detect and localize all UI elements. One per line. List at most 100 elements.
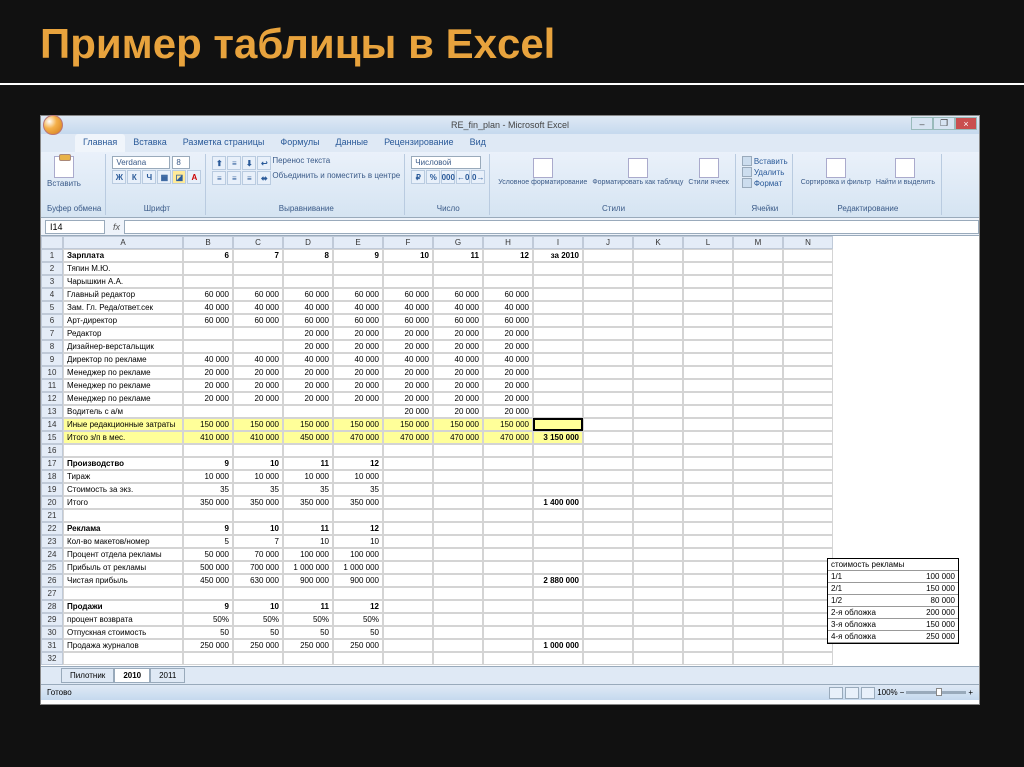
cell[interactable]: Отпускная стоимость — [63, 626, 183, 639]
cell[interactable] — [583, 314, 633, 327]
cell[interactable] — [683, 340, 733, 353]
cell[interactable] — [283, 444, 333, 457]
cell[interactable]: Процент отдела рекламы — [63, 548, 183, 561]
cell[interactable]: 50 — [333, 626, 383, 639]
cell[interactable] — [633, 405, 683, 418]
cell[interactable] — [783, 431, 833, 444]
cell[interactable] — [383, 457, 433, 470]
cell[interactable]: 50% — [233, 613, 283, 626]
cell[interactable] — [583, 379, 633, 392]
cell[interactable] — [483, 639, 533, 652]
cell[interactable]: 40 000 — [433, 301, 483, 314]
sheet-tab-2011[interactable]: 2011 — [150, 668, 185, 683]
cell[interactable] — [533, 444, 583, 457]
cell[interactable] — [183, 509, 233, 522]
cell[interactable] — [583, 288, 633, 301]
cell[interactable]: 470 000 — [333, 431, 383, 444]
cell[interactable] — [733, 522, 783, 535]
cell[interactable] — [533, 613, 583, 626]
cell[interactable]: Итого з/п в мес. — [63, 431, 183, 444]
cell[interactable] — [733, 613, 783, 626]
cell[interactable]: 20 000 — [483, 405, 533, 418]
cell[interactable] — [783, 379, 833, 392]
cell[interactable] — [783, 626, 833, 639]
cell[interactable] — [433, 639, 483, 652]
cell[interactable]: 12 — [483, 249, 533, 262]
row-header[interactable]: 29 — [41, 613, 63, 626]
row-header[interactable]: 28 — [41, 600, 63, 613]
cell[interactable] — [783, 340, 833, 353]
cell[interactable]: 60 000 — [183, 288, 233, 301]
cell[interactable] — [783, 509, 833, 522]
cell[interactable] — [583, 509, 633, 522]
cell[interactable] — [63, 444, 183, 457]
cell[interactable]: 60 000 — [283, 288, 333, 301]
cell[interactable] — [733, 561, 783, 574]
cell[interactable] — [583, 249, 633, 262]
align-center-button[interactable]: ≡ — [227, 171, 241, 185]
col-header[interactable]: M — [733, 236, 783, 249]
cell[interactable] — [733, 418, 783, 431]
col-header[interactable]: L — [683, 236, 733, 249]
cell[interactable] — [683, 522, 733, 535]
align-left-button[interactable]: ≡ — [212, 171, 226, 185]
cell[interactable] — [383, 600, 433, 613]
cell[interactable] — [633, 340, 683, 353]
cell[interactable] — [783, 535, 833, 548]
cell[interactable] — [733, 314, 783, 327]
cell[interactable] — [283, 275, 333, 288]
sheet-tab-pilot[interactable]: Пилотник — [61, 668, 114, 683]
cell[interactable]: 50% — [283, 613, 333, 626]
cell[interactable] — [483, 522, 533, 535]
cell[interactable]: 20 000 — [433, 379, 483, 392]
cell[interactable] — [783, 613, 833, 626]
cell[interactable]: Прибыль от рекламы — [63, 561, 183, 574]
tab-home[interactable]: Главная — [75, 134, 125, 152]
col-header[interactable]: G — [433, 236, 483, 249]
cell[interactable]: 20 000 — [483, 366, 533, 379]
cell[interactable]: Продажи — [63, 600, 183, 613]
cell[interactable] — [683, 262, 733, 275]
cell[interactable]: 20 000 — [283, 327, 333, 340]
cell[interactable] — [733, 431, 783, 444]
zoom-slider[interactable] — [906, 691, 966, 694]
cell[interactable] — [533, 327, 583, 340]
view-layout-button[interactable] — [845, 687, 859, 699]
cell[interactable] — [583, 600, 633, 613]
cell[interactable] — [783, 561, 833, 574]
cell[interactable] — [583, 522, 633, 535]
cell[interactable] — [783, 405, 833, 418]
cell[interactable] — [533, 509, 583, 522]
cell[interactable] — [583, 327, 633, 340]
row-header[interactable]: 15 — [41, 431, 63, 444]
row-header[interactable]: 19 — [41, 483, 63, 496]
cell[interactable]: 20 000 — [183, 392, 233, 405]
cell[interactable] — [533, 483, 583, 496]
cell[interactable] — [733, 249, 783, 262]
cell[interactable]: 20 000 — [333, 379, 383, 392]
cell[interactable] — [183, 327, 233, 340]
cell[interactable] — [683, 392, 733, 405]
cell[interactable] — [433, 444, 483, 457]
cell[interactable]: Дизайнер-верстальщик — [63, 340, 183, 353]
cell[interactable]: 50 — [283, 626, 333, 639]
cell[interactable] — [383, 548, 433, 561]
cell[interactable]: 9 — [333, 249, 383, 262]
cell[interactable] — [733, 587, 783, 600]
row-header[interactable]: 4 — [41, 288, 63, 301]
cell[interactable] — [383, 262, 433, 275]
cell[interactable] — [783, 600, 833, 613]
cell[interactable] — [483, 652, 533, 665]
cell[interactable] — [683, 418, 733, 431]
cell[interactable]: 60 000 — [483, 314, 533, 327]
cell[interactable]: 9 — [183, 457, 233, 470]
cell[interactable] — [333, 652, 383, 665]
cell[interactable] — [433, 535, 483, 548]
cell[interactable] — [533, 470, 583, 483]
cell[interactable]: 450 000 — [283, 431, 333, 444]
row-header[interactable]: 10 — [41, 366, 63, 379]
cell[interactable] — [583, 496, 633, 509]
cell[interactable] — [583, 639, 633, 652]
cell[interactable]: 7 — [233, 249, 283, 262]
cell[interactable]: 450 000 — [183, 574, 233, 587]
